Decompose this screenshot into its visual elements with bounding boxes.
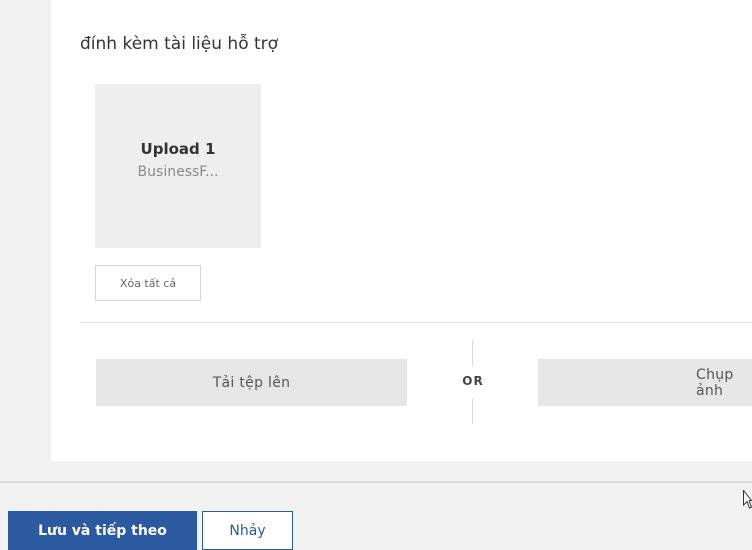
skip-button[interactable]: Nhảy bbox=[202, 511, 293, 550]
footer-divider bbox=[0, 481, 752, 483]
save-and-next-button[interactable]: Lưu và tiếp theo bbox=[8, 511, 197, 550]
or-label: OR bbox=[462, 374, 484, 388]
section-title: đính kèm tài liệu hỗ trợ bbox=[80, 34, 279, 54]
page: đính kèm tài liệu hỗ trợ Upload 1 Busine… bbox=[0, 0, 752, 550]
or-divider-top bbox=[472, 340, 473, 366]
or-divider-bottom bbox=[472, 398, 473, 424]
upload-file-button[interactable]: Tải tệp lên bbox=[96, 359, 407, 406]
attachments-card: đính kèm tài liệu hỗ trợ Upload 1 Busine… bbox=[51, 0, 752, 461]
upload-tile[interactable]: Upload 1 BusinessF... bbox=[95, 84, 261, 248]
mouse-cursor-icon bbox=[743, 490, 752, 509]
upload-tile-title: Upload 1 bbox=[140, 140, 216, 158]
divider bbox=[80, 322, 752, 323]
upload-tile-filename: BusinessF... bbox=[137, 164, 219, 180]
take-photo-button[interactable]: Chụp ảnh bbox=[538, 359, 752, 406]
clear-all-button[interactable]: Xóa tất cả bbox=[95, 265, 201, 301]
